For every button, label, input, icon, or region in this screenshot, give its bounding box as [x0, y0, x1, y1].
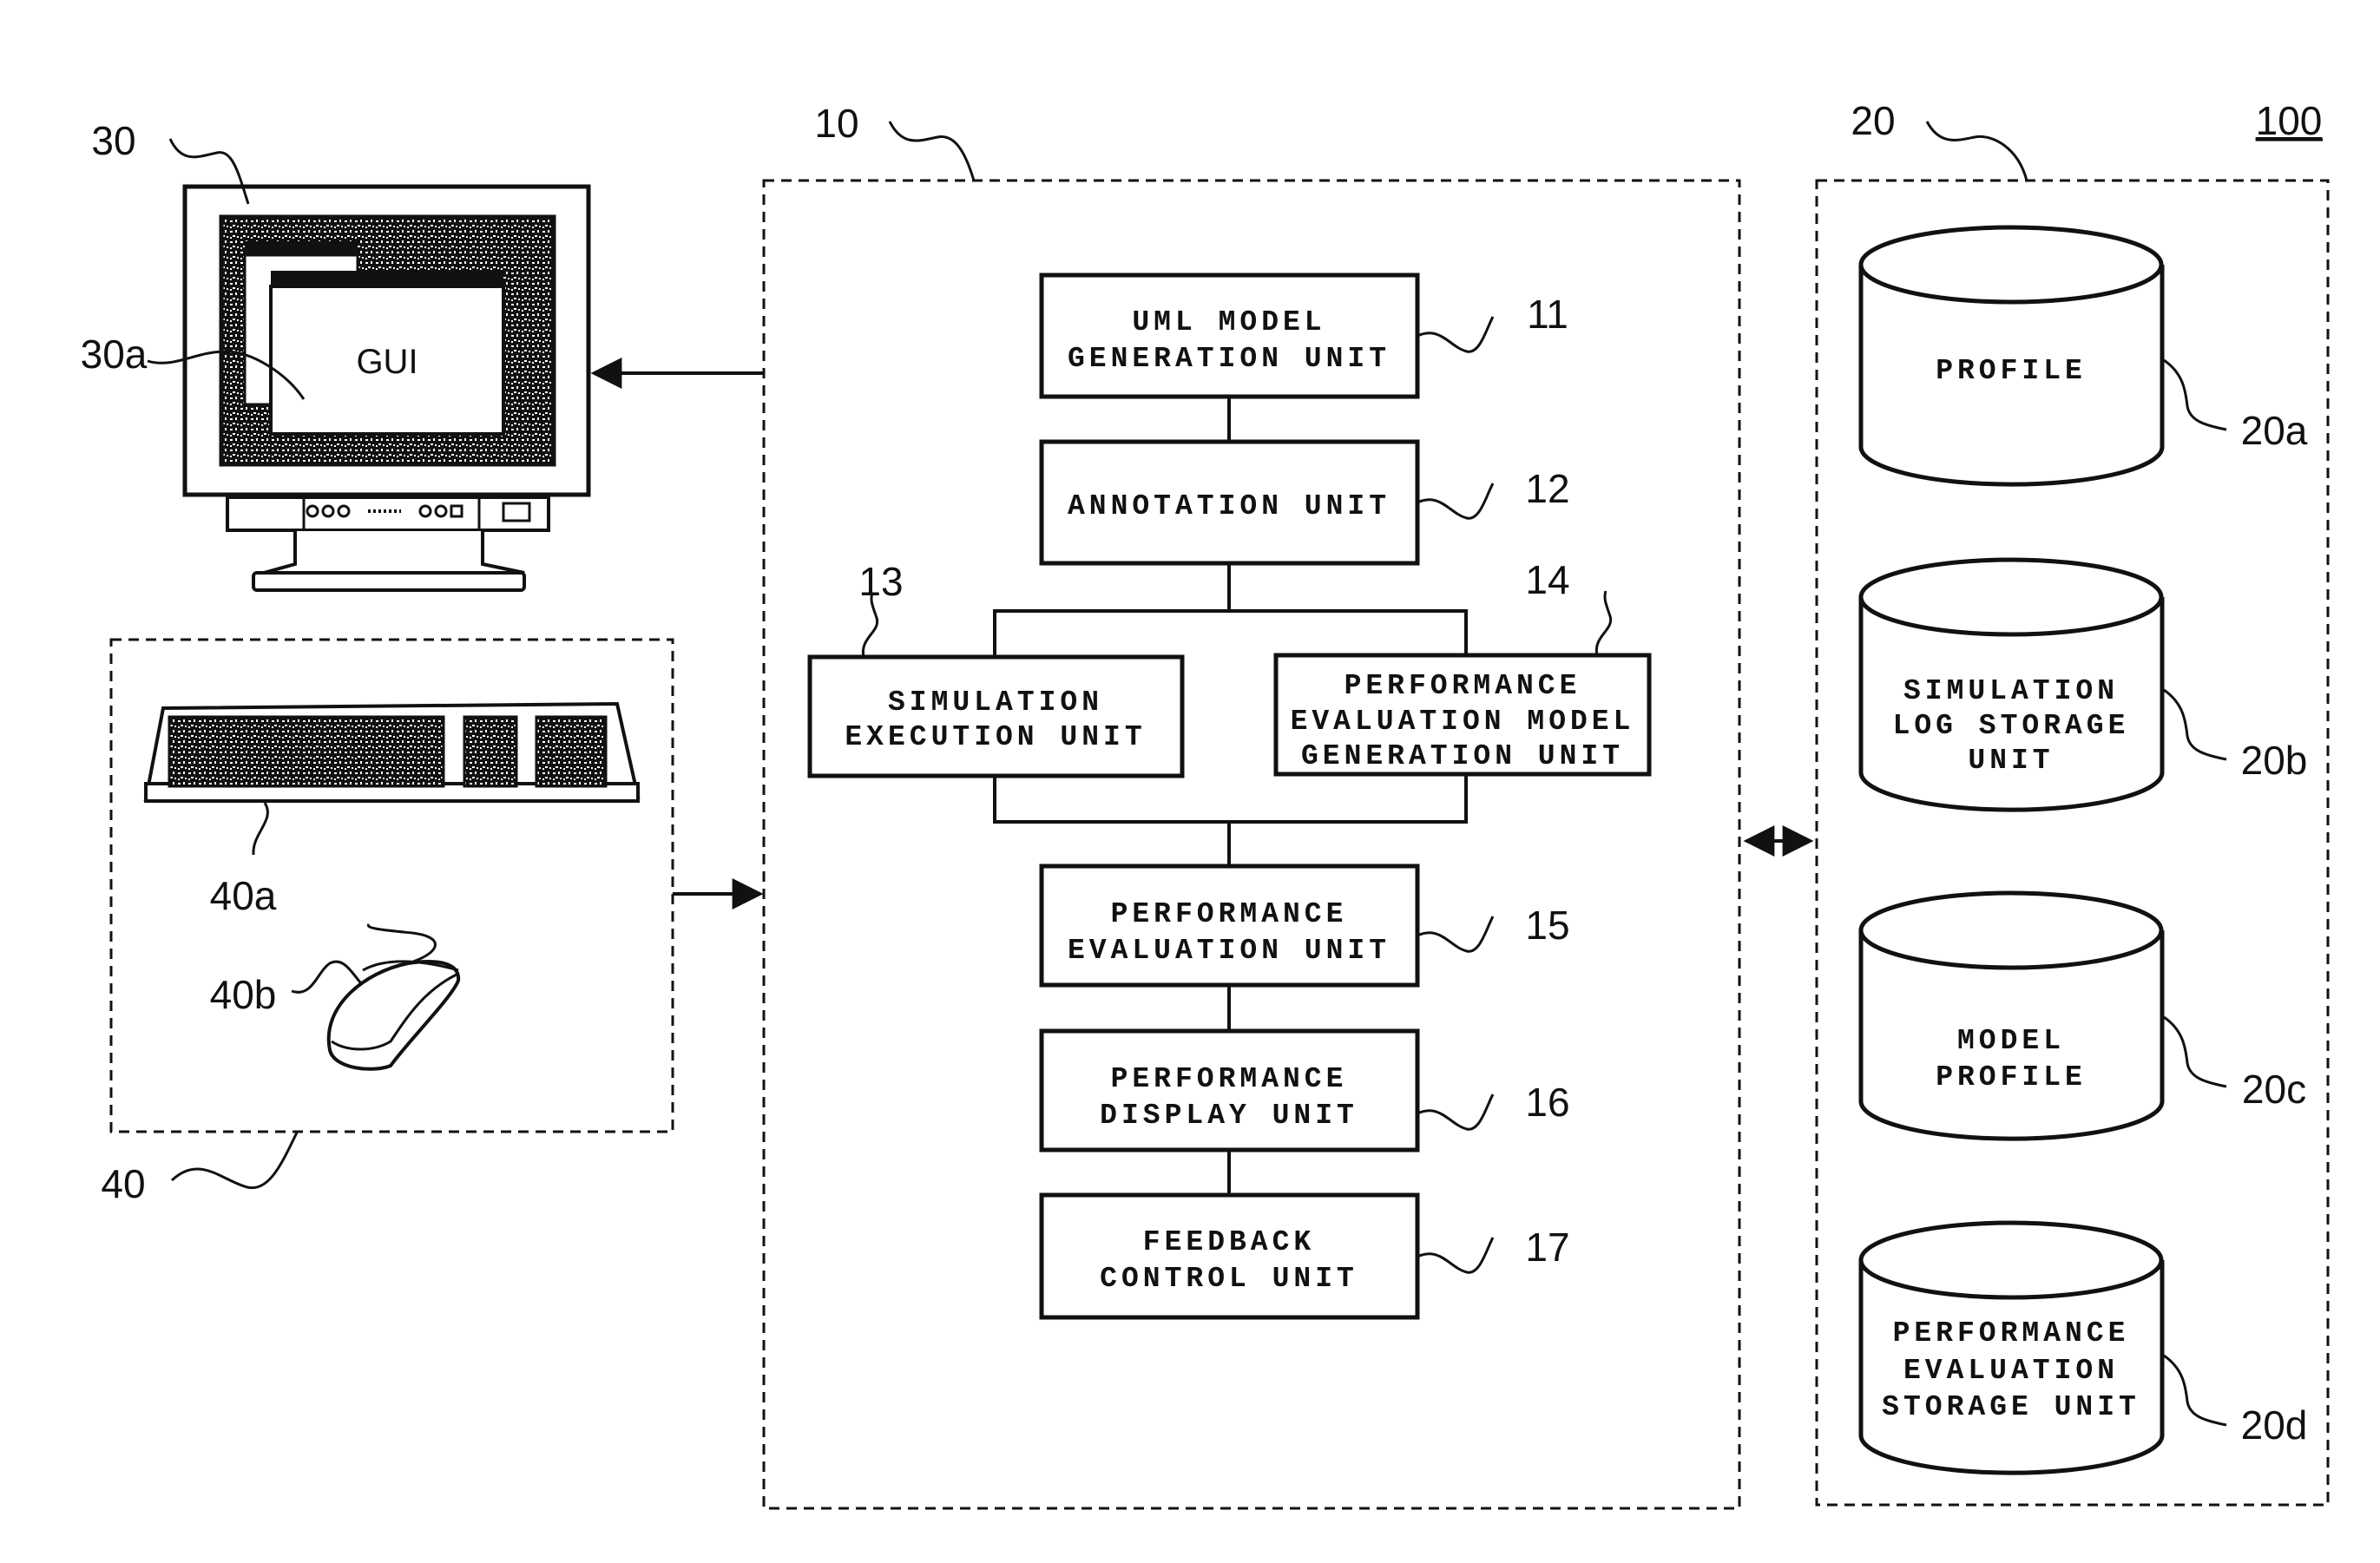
svg-text:LOG STORAGE: LOG STORAGE: [1893, 710, 2130, 742]
back-window-titlebar: [245, 241, 358, 255]
db-ref-label: 20d: [2241, 1402, 2308, 1448]
monitor-stand: [263, 531, 525, 575]
gui-label: GUI: [356, 343, 417, 381]
system-ref-label: 100: [2256, 98, 2323, 143]
unit-feedback-control: FEEDBACK CONTROL UNIT: [1039, 1192, 1420, 1320]
unit-ref-label: 15: [1525, 903, 1569, 948]
monitor-control-panel: [226, 496, 550, 532]
db-performance-evaluation-storage: PERFORMANCE EVALUATION STORAGE UNIT: [1858, 1220, 2165, 1475]
processor-ref-label: 10: [814, 101, 858, 146]
keyboard-numpad: [535, 715, 608, 788]
mouse-cable: [366, 923, 437, 963]
db-ref-label: 20a: [2241, 408, 2308, 453]
keyboard-nav-keys: [463, 715, 518, 788]
input-leader-line: [170, 1132, 299, 1190]
screen-ref-label: 30a: [81, 332, 148, 377]
unit-performance-evaluation-model-generation: PERFORMANCE EVALUATION MODEL GENERATION …: [1273, 653, 1652, 777]
svg-text:EVALUATION MODEL: EVALUATION MODEL: [1291, 706, 1635, 738]
keyboard-leader-line: [252, 802, 269, 856]
svg-text:PROFILE: PROFILE: [1936, 1061, 2087, 1093]
unit-ref-label: 17: [1525, 1225, 1569, 1270]
svg-text:PERFORMANCE: PERFORMANCE: [1111, 898, 1348, 930]
unit-ref-label: 11: [1527, 292, 1568, 337]
svg-text:FEEDBACK: FEEDBACK: [1143, 1226, 1315, 1258]
svg-text:PROFILE: PROFILE: [1936, 355, 2087, 387]
db-ref-label: 20b: [2241, 738, 2308, 783]
keyboard-main-keys: [168, 715, 445, 788]
svg-text:ANNOTATION UNIT: ANNOTATION UNIT: [1068, 490, 1391, 522]
input-ref-label: 40: [101, 1161, 145, 1206]
svg-text:EVALUATION: EVALUATION: [1903, 1355, 2119, 1387]
svg-text:STORAGE UNIT: STORAGE UNIT: [1882, 1391, 2140, 1423]
monitor-ref-label: 30: [91, 118, 135, 163]
db-model-profile: MODEL PROFILE: [1858, 890, 2165, 1141]
svg-text:EXECUTION UNIT: EXECUTION UNIT: [845, 721, 1146, 753]
keyboard: [143, 701, 641, 803]
svg-text:EVALUATION UNIT: EVALUATION UNIT: [1068, 935, 1391, 967]
mouse: [326, 923, 461, 1071]
storage-ref-label: 20: [1851, 98, 1895, 143]
db-profile: PROFILE: [1858, 225, 2165, 487]
svg-text:GENERATION UNIT: GENERATION UNIT: [1301, 740, 1624, 772]
unit-ref-label: 12: [1525, 466, 1569, 511]
monitor: GUI: [182, 184, 591, 592]
unit-ref-label: 16: [1525, 1080, 1569, 1125]
system-diagram: 100 GUI 30 30a 40a 40b 40 10 UML MODEL G…: [81, 98, 2330, 1510]
unit-uml-model-generation: UML MODEL GENERATION UNIT: [1039, 273, 1420, 399]
unit-performance-evaluation: PERFORMANCE EVALUATION UNIT: [1039, 864, 1420, 988]
svg-text:SIMULATION: SIMULATION: [888, 686, 1103, 719]
monitor-foot: [252, 571, 526, 592]
svg-text:MODEL: MODEL: [1957, 1025, 2065, 1057]
svg-text:CONTROL UNIT: CONTROL UNIT: [1100, 1263, 1358, 1295]
unit-simulation-execution: SIMULATION EXECUTION UNIT: [807, 654, 1185, 778]
svg-text:PERFORMANCE: PERFORMANCE: [1893, 1317, 2130, 1350]
svg-text:PERFORMANCE: PERFORMANCE: [1345, 670, 1581, 702]
unit-ref-label: 13: [858, 559, 903, 604]
svg-text:SIMULATION: SIMULATION: [1903, 675, 2119, 707]
svg-text:DISPLAY UNIT: DISPLAY UNIT: [1100, 1100, 1358, 1132]
svg-text:UNIT: UNIT: [1968, 745, 2054, 777]
svg-text:PERFORMANCE: PERFORMANCE: [1111, 1063, 1348, 1095]
gui-window-titlebar: [271, 271, 503, 286]
mouse-ref-label: 40b: [210, 972, 277, 1017]
svg-text:UML MODEL: UML MODEL: [1132, 306, 1325, 338]
mouse-leader-line: [291, 960, 362, 994]
unit-ref-label: 14: [1525, 557, 1569, 602]
db-ref-label: 20c: [2242, 1067, 2306, 1112]
storage-leader-lines: [2163, 358, 2227, 1427]
unit-performance-display: PERFORMANCE DISPLAY UNIT: [1039, 1028, 1420, 1153]
svg-text:GENERATION UNIT: GENERATION UNIT: [1068, 343, 1391, 375]
keyboard-ref-label: 40a: [210, 873, 277, 918]
processor-leader-line: [888, 121, 976, 181]
storage-leader-line: [1925, 121, 2028, 181]
db-simulation-log-storage: SIMULATION LOG STORAGE UNIT: [1858, 557, 2165, 812]
unit-annotation: ANNOTATION UNIT: [1039, 439, 1420, 566]
